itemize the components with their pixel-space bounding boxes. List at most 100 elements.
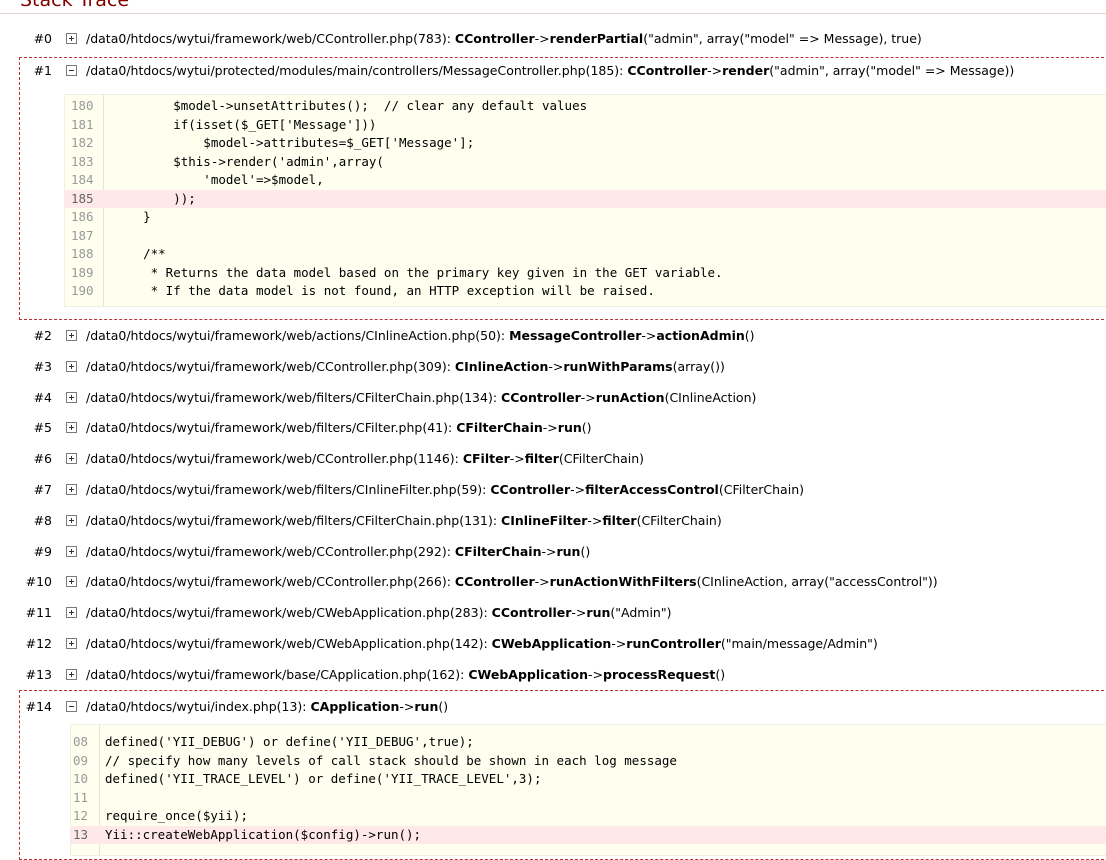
frame-arrow: ->	[588, 667, 603, 682]
line-source: /**	[113, 246, 166, 261]
frame-file-path: /data0/htdocs/wytui/framework/web/CWebAp…	[86, 605, 492, 620]
collapse-toggle-icon[interactable]	[66, 701, 77, 712]
frame-class: CInlineAction	[454, 359, 549, 374]
frame-method: actionAdmin	[656, 328, 745, 343]
frame-class: CWebApplication	[491, 636, 612, 651]
expand-toggle-icon[interactable]	[66, 33, 77, 44]
highlighted-code-line: 13 Yii::createWebApplication($config)->ru…	[71, 825, 1106, 844]
frame-number: #11	[25, 605, 52, 620]
frame-call: /data0/htdocs/wytui/framework/web/filter…	[86, 388, 756, 408]
frame-class: CController	[490, 482, 571, 497]
frame-args: ("main/message/Admin")	[720, 636, 878, 651]
trace-frame-row[interactable]: #9/data0/htdocs/wytui/framework/web/CCon…	[0, 542, 1106, 562]
frame-args: (CFilterChain)	[636, 513, 722, 528]
frame-call: /data0/htdocs/wytui/protected/modules/ma…	[86, 61, 1014, 81]
line-number: 09	[73, 752, 89, 768]
frame-args: ()	[438, 699, 449, 714]
frame-args: (array())	[672, 359, 725, 374]
trace-frame-row[interactable]: #14/data0/htdocs/wytui/index.php(13): CA…	[0, 697, 1106, 717]
frame-method: filter	[524, 451, 559, 466]
title-divider	[0, 13, 1106, 14]
expand-toggle-icon[interactable]	[66, 453, 77, 464]
trace-frame-row[interactable]: #5/data0/htdocs/wytui/framework/web/filt…	[0, 418, 1106, 438]
expand-toggle-icon[interactable]	[66, 422, 77, 433]
frame-file-path: /data0/htdocs/wytui/framework/web/filter…	[86, 513, 502, 528]
trace-frame-row[interactable]: #7/data0/htdocs/wytui/framework/web/filt…	[0, 480, 1106, 500]
expand-toggle-icon[interactable]	[66, 607, 77, 618]
stack-trace-header: Stack Trace	[0, 0, 1106, 14]
frame-method: render	[722, 63, 770, 78]
code-line: 09 // specify how many levels of call sta…	[71, 752, 1106, 771]
expand-toggle-icon[interactable]	[66, 515, 77, 526]
trace-frame-row[interactable]: #11/data0/htdocs/wytui/framework/web/CWe…	[0, 603, 1106, 623]
trace-frame-row[interactable]: #0/data0/htdocs/wytui/framework/web/CCon…	[0, 29, 1106, 49]
frame-arrow: ->	[641, 328, 657, 343]
frame-number: #5	[33, 420, 52, 435]
frame-call: /data0/htdocs/wytui/framework/web/CContr…	[86, 357, 725, 377]
expand-toggle-icon[interactable]	[66, 484, 77, 495]
frame-method: filterAccessControl	[585, 482, 719, 497]
frame-number: #2	[33, 328, 52, 343]
trace-frame-row[interactable]: #3/data0/htdocs/wytui/framework/web/CCon…	[0, 357, 1106, 377]
line-source: // specify how many levels of call stack…	[105, 752, 677, 768]
frame-method: runAction	[595, 390, 665, 405]
expand-toggle-icon[interactable]	[66, 546, 77, 557]
frame-call: /data0/htdocs/wytui/framework/web/CWebAp…	[86, 603, 671, 623]
trace-frame-row[interactable]: #2/data0/htdocs/wytui/framework/web/acti…	[0, 326, 1106, 346]
expand-toggle-icon[interactable]	[66, 330, 77, 341]
source-snippet-frame-1: 180 $model->unsetAttributes(); // clear …	[64, 94, 1106, 307]
expand-toggle-icon[interactable]	[66, 361, 77, 372]
trace-frame-row[interactable]: #12/data0/htdocs/wytui/framework/web/CWe…	[0, 634, 1106, 654]
line-number: 13	[73, 826, 89, 842]
line-source: ));	[113, 190, 196, 206]
frame-call: /data0/htdocs/wytui/framework/web/action…	[86, 326, 755, 346]
line-number: 189	[71, 264, 94, 280]
line-number: 08	[73, 734, 89, 749]
trace-frame-row[interactable]: #6/data0/htdocs/wytui/framework/web/CCon…	[0, 449, 1106, 469]
line-number: 186	[71, 209, 94, 224]
code-line: 188 /**	[65, 245, 1106, 264]
frame-args: ()	[580, 544, 591, 559]
trace-frame-row[interactable]: #1/data0/htdocs/wytui/protected/modules/…	[0, 61, 1106, 81]
frame-class: CController	[454, 31, 535, 46]
frame-arrow: ->	[587, 513, 603, 528]
line-source: }	[113, 209, 151, 224]
trace-frame-row[interactable]: #10/data0/htdocs/wytui/framework/web/CCo…	[0, 572, 1106, 592]
expand-toggle-icon[interactable]	[66, 392, 77, 403]
collapse-toggle-icon[interactable]	[66, 65, 77, 76]
line-source: $model->unsetAttributes(); // clear any …	[113, 98, 588, 113]
page-title: Stack Trace	[20, 0, 130, 11]
frame-call: /data0/htdocs/wytui/framework/web/filter…	[86, 511, 722, 531]
frame-number: #10	[25, 574, 52, 589]
frame-args: ()	[581, 420, 592, 435]
expand-toggle-icon[interactable]	[66, 669, 77, 680]
frame-arrow: ->	[542, 420, 558, 435]
expand-toggle-icon[interactable]	[66, 638, 77, 649]
line-source: 'model'=>$model,	[113, 172, 324, 187]
frame-class: CInlineFilter	[501, 513, 588, 528]
trace-frame-row[interactable]: #13/data0/htdocs/wytui/framework/base/CA…	[0, 665, 1106, 685]
frame-number: #4	[33, 390, 52, 405]
code-line: 12 require_once($yii);	[71, 807, 1106, 826]
frame-class: MessageController	[509, 328, 642, 343]
frame-file-path: /data0/htdocs/wytui/framework/web/filter…	[86, 482, 491, 497]
line-number: 185	[71, 190, 94, 206]
frame-file-path: /data0/htdocs/wytui/framework/web/CContr…	[86, 544, 455, 559]
frame-method: processRequest	[603, 667, 716, 682]
line-source: require_once($yii);	[105, 808, 248, 823]
frame-args: (CFilterChain)	[558, 451, 645, 466]
frame-arrow: ->	[399, 699, 415, 714]
code-line: 184 'model'=>$model,	[65, 171, 1106, 190]
code-line: 181 if(isset($_GET['Message']))	[65, 116, 1106, 135]
line-source: Yii::createWebApplication($config)->run(…	[105, 826, 422, 842]
expand-toggle-icon[interactable]	[66, 576, 77, 587]
frame-arrow: ->	[534, 574, 550, 589]
frame-arrow: ->	[548, 359, 564, 374]
frame-file-path: /data0/htdocs/wytui/framework/web/CContr…	[86, 574, 455, 589]
frame-class: CFilter	[462, 451, 510, 466]
trace-frame-row[interactable]: #4/data0/htdocs/wytui/framework/web/filt…	[0, 388, 1106, 408]
trace-frame-row[interactable]: #8/data0/htdocs/wytui/framework/web/filt…	[0, 511, 1106, 531]
frame-call: /data0/htdocs/wytui/framework/web/CContr…	[86, 449, 644, 469]
line-number: 182	[71, 135, 94, 150]
frame-class: CFilterChain	[456, 420, 543, 435]
